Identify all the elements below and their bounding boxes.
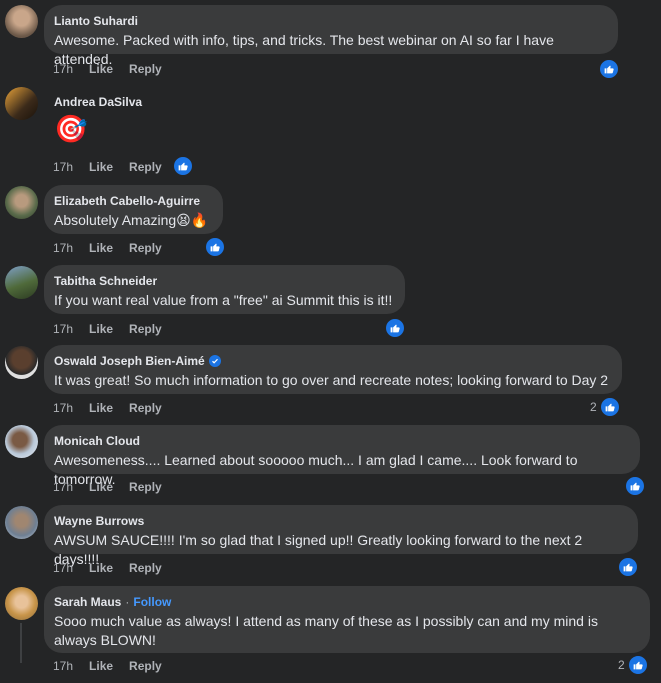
- comment-actions: 17h Like Reply: [53, 561, 162, 575]
- comment-bubble: Andrea DaSilva 🎯: [44, 86, 149, 154]
- comment-text: Absolutely Amazing😫🔥: [54, 212, 209, 228]
- comment-bubble: Tabitha Schneider If you want real value…: [44, 265, 405, 314]
- reaction-count: 2: [618, 658, 625, 672]
- comment-time[interactable]: 17h: [53, 322, 73, 336]
- reaction-count: 2: [590, 400, 597, 414]
- comment-author: Oswald Joseph Bien-Aimé: [54, 353, 610, 369]
- avatar[interactable]: [5, 346, 38, 379]
- reply-link[interactable]: Reply: [129, 401, 162, 415]
- reply-link[interactable]: Reply: [129, 561, 162, 575]
- reply-link[interactable]: Reply: [129, 62, 162, 76]
- thumbs-up-icon: [172, 155, 194, 177]
- comment-bubble: Monicah Cloud Awesomeness.... Learned ab…: [44, 425, 640, 487]
- like-link[interactable]: Like: [89, 241, 113, 255]
- reaction-summary[interactable]: [617, 556, 639, 578]
- like-link[interactable]: Like: [89, 322, 113, 336]
- comment-author[interactable]: Tabitha Schneider: [54, 273, 393, 289]
- comment-time[interactable]: 17h: [53, 480, 73, 494]
- reaction-summary[interactable]: [204, 236, 226, 258]
- like-link[interactable]: Like: [89, 160, 113, 174]
- avatar[interactable]: [5, 587, 38, 620]
- comment-actions: 17h Like Reply: [53, 241, 162, 255]
- avatar[interactable]: [5, 87, 38, 120]
- comment-time[interactable]: 17h: [53, 401, 73, 415]
- comment-author[interactable]: Andrea DaSilva: [54, 94, 142, 110]
- comment-bubble: Wayne Burrows AWSUM SAUCE!!!! I'm so gla…: [44, 505, 638, 567]
- thumbs-up-icon: [624, 475, 646, 497]
- like-link[interactable]: Like: [89, 659, 113, 673]
- comment-author[interactable]: Wayne Burrows: [54, 513, 626, 529]
- avatar[interactable]: [5, 186, 38, 219]
- emoji-sticker: 🎯: [54, 114, 88, 144]
- reaction-summary[interactable]: [598, 58, 620, 80]
- reply-link[interactable]: Reply: [129, 160, 162, 174]
- comment-time[interactable]: 17h: [53, 659, 73, 673]
- comment-time[interactable]: 17h: [53, 241, 73, 255]
- reply-link[interactable]: Reply: [129, 659, 162, 673]
- author-name[interactable]: Sarah Maus: [54, 594, 121, 610]
- like-link[interactable]: Like: [89, 401, 113, 415]
- thumbs-up-icon: [626, 654, 649, 676]
- like-link[interactable]: Like: [89, 62, 113, 76]
- comment-text: If you want real value from a "free" ai …: [54, 292, 393, 308]
- reaction-summary[interactable]: 2: [618, 654, 649, 676]
- thread-line: [20, 623, 22, 663]
- reply-link[interactable]: Reply: [129, 322, 162, 336]
- comment-bubble: Lianto Suhardi Awesome. Packed with info…: [44, 5, 618, 67]
- avatar[interactable]: [5, 266, 38, 299]
- avatar[interactable]: [5, 425, 38, 458]
- comment-actions: 17h Like Reply: [53, 160, 162, 174]
- reaction-summary[interactable]: [172, 155, 194, 177]
- comment-bubble: Sarah Maus · Follow Sooo much value as a…: [44, 586, 650, 653]
- comment-time[interactable]: 17h: [53, 62, 73, 76]
- comment-actions: 17h Like Reply: [53, 322, 162, 336]
- reply-link[interactable]: Reply: [129, 241, 162, 255]
- comment-author[interactable]: Elizabeth Cabello-Aguirre: [54, 193, 211, 209]
- comment-time[interactable]: 17h: [53, 160, 73, 174]
- comment-bubble: Oswald Joseph Bien-Aimé It was great! So…: [44, 345, 622, 394]
- thumbs-up-icon: [204, 236, 226, 258]
- thumbs-up-icon: [598, 58, 620, 80]
- comment-actions: 17h Like Reply: [53, 480, 162, 494]
- comment-author: Sarah Maus · Follow: [54, 594, 638, 610]
- like-link[interactable]: Like: [89, 561, 113, 575]
- comment-text: Sooo much value as always! I attend as m…: [54, 613, 598, 648]
- follow-button[interactable]: Follow: [133, 594, 171, 610]
- comment-time[interactable]: 17h: [53, 561, 73, 575]
- comment-text: It was great! So much information to go …: [54, 372, 609, 388]
- comment-bubble: Elizabeth Cabello-Aguirre Absolutely Ama…: [44, 185, 223, 234]
- thumbs-up-icon: [617, 556, 639, 578]
- comment-author[interactable]: Monicah Cloud: [54, 433, 628, 449]
- verified-badge-icon: [208, 355, 221, 367]
- comment-actions: 17h Like Reply: [53, 62, 162, 76]
- author-name[interactable]: Oswald Joseph Bien-Aimé: [54, 353, 205, 369]
- reaction-summary[interactable]: 2: [590, 396, 621, 418]
- reply-link[interactable]: Reply: [129, 480, 162, 494]
- reaction-summary[interactable]: [624, 475, 646, 497]
- thumbs-up-icon: [598, 396, 621, 418]
- avatar[interactable]: [5, 5, 38, 38]
- like-link[interactable]: Like: [89, 480, 113, 494]
- avatar[interactable]: [5, 506, 38, 539]
- thumbs-up-icon: [384, 317, 406, 339]
- comment-author[interactable]: Lianto Suhardi: [54, 13, 606, 29]
- comment-actions: 17h Like Reply: [53, 401, 162, 415]
- separator: ·: [125, 595, 130, 609]
- reaction-summary[interactable]: [384, 317, 406, 339]
- comment-actions: 17h Like Reply: [53, 659, 162, 673]
